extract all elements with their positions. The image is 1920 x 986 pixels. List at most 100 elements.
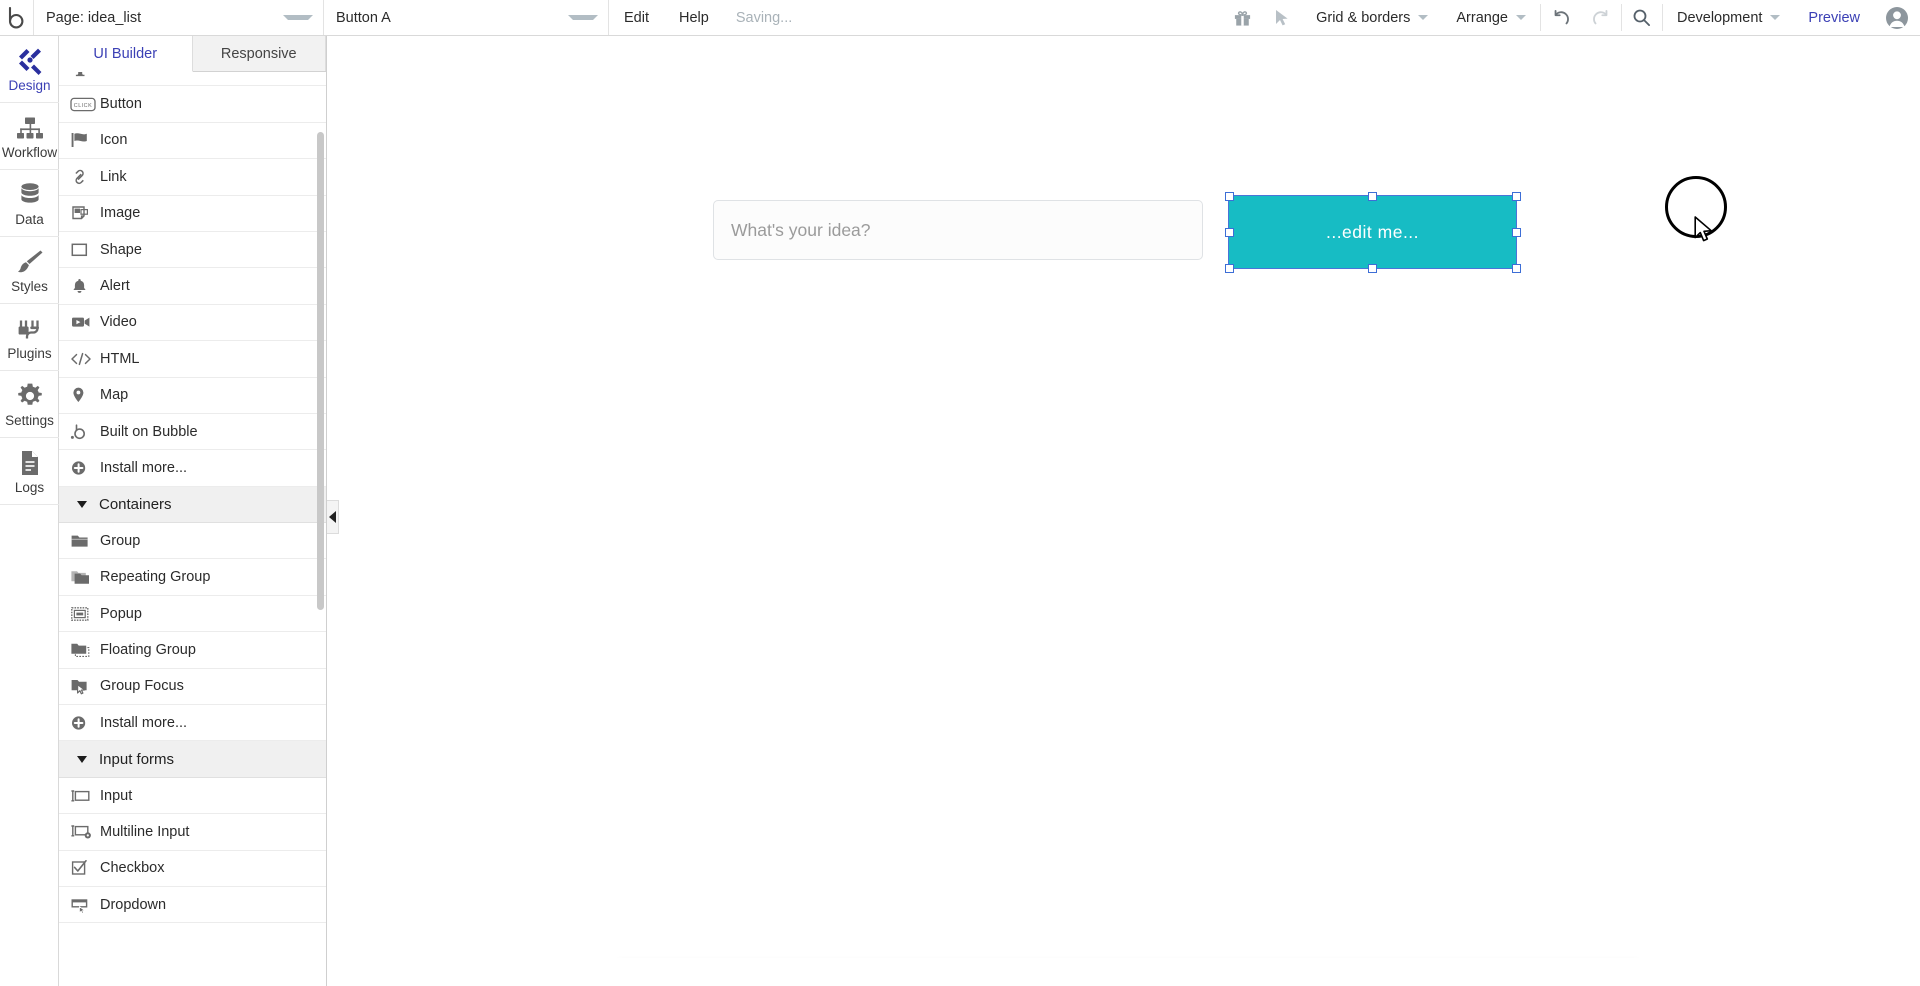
palette-item-label: Dropdown: [100, 896, 167, 913]
palette-item-alert[interactable]: Alert: [59, 268, 326, 305]
palette-item-install-more[interactable]: Install more...: [59, 705, 326, 742]
top-toolbar: Page: idea_list Button A Edit Help Savin…: [0, 0, 1920, 36]
multiline-input-icon: [70, 821, 100, 843]
palette-item-icon[interactable]: Icon: [59, 123, 326, 160]
link-chain-icon: [70, 166, 100, 188]
palette-item-shape[interactable]: Shape: [59, 232, 326, 269]
tab-ui-builder[interactable]: UI Builder: [59, 36, 193, 72]
sidebar-item-settings[interactable]: Settings: [0, 371, 59, 438]
palette-scrollbar-thumb[interactable]: [317, 132, 324, 610]
palette-list: Text CLICK Button Icon Link Image Shape Alert Vi…: [59, 72, 326, 924]
palette-tabs: UI Builder Responsive: [59, 36, 326, 72]
tab-responsive[interactable]: Responsive: [192, 36, 326, 71]
help-menu-button[interactable]: Help: [664, 0, 724, 35]
search-icon[interactable]: [1622, 0, 1662, 35]
palette-section-input-forms[interactable]: Input forms: [59, 741, 326, 778]
sidebar-item-styles[interactable]: Styles: [0, 237, 59, 304]
flag-icon: [70, 129, 100, 151]
sidebar-item-label: Design: [8, 78, 51, 93]
sidebar-item-plugins[interactable]: Plugins: [0, 304, 59, 371]
page-selector[interactable]: Page: idea_list: [34, 0, 324, 35]
palette-item-label: Button: [100, 96, 142, 113]
button-click-icon: CLICK: [70, 93, 100, 115]
palette-item-label: HTML: [100, 350, 140, 367]
gift-icon[interactable]: [1222, 0, 1262, 35]
design-pencil-ruler-icon: [15, 45, 45, 75]
palette-item-label: Text: [100, 72, 127, 76]
pointer-arrow-icon[interactable]: [1262, 0, 1302, 35]
plug-icon: [15, 313, 45, 343]
user-avatar-icon[interactable]: [1874, 0, 1920, 35]
video-camera-icon: [70, 311, 100, 333]
canvas-page-surface[interactable]: What's your idea? ...edit me...: [328, 36, 1920, 961]
palette-section-label: Containers: [99, 495, 172, 513]
resize-handle-middle-right[interactable]: [1511, 227, 1521, 237]
palette-item-built-on-bubble[interactable]: Built on Bubble: [59, 414, 326, 451]
palette-item-multiline-input[interactable]: Multiline Input: [59, 814, 326, 851]
image-icon: [70, 202, 100, 224]
element-selector[interactable]: Button A: [324, 0, 609, 35]
version-dropdown[interactable]: Development: [1663, 0, 1794, 35]
folder-repeat-icon: [70, 566, 100, 588]
sidebar-item-data[interactable]: Data: [0, 170, 59, 237]
palette-item-label: Checkbox: [100, 860, 165, 877]
chevron-down-icon: [283, 15, 313, 20]
palette-section-containers[interactable]: Containers: [59, 486, 326, 524]
palette-item-image[interactable]: Image: [59, 196, 326, 232]
resize-handle-top-right[interactable]: [1511, 191, 1521, 201]
bubble-logo-icon[interactable]: [0, 0, 34, 35]
palette-item-link[interactable]: Link: [59, 159, 326, 196]
palette-item-popup[interactable]: Popup: [59, 596, 326, 633]
input-field-icon: [70, 785, 100, 807]
sidebar-item-logs[interactable]: Logs: [0, 438, 59, 505]
database-icon: [16, 179, 44, 209]
palette-item-html[interactable]: HTML: [59, 341, 326, 378]
sidebar-item-workflow[interactable]: Workflow: [0, 103, 59, 170]
preview-button[interactable]: Preview: [1794, 0, 1874, 35]
palette-item-text[interactable]: Text: [59, 72, 326, 87]
sidebar-item-design[interactable]: Design: [0, 36, 59, 103]
palette-item-input[interactable]: Input: [59, 778, 326, 815]
element-selector-label: Button A: [336, 9, 391, 26]
chevron-down-icon: [1418, 15, 1429, 20]
chevron-down-icon: [1515, 15, 1526, 20]
palette-item-label: Image: [100, 205, 141, 222]
resize-handle-top-center[interactable]: [1368, 191, 1377, 201]
resize-handle-bottom-right[interactable]: [1511, 263, 1521, 273]
mouse-cursor-icon: [1694, 216, 1714, 249]
palette-item-install-more[interactable]: Install more...: [59, 450, 326, 487]
edit-menu-button[interactable]: Edit: [609, 0, 664, 35]
resize-handle-middle-left[interactable]: [1224, 227, 1234, 237]
palette-item-floating-group[interactable]: Floating Group: [59, 632, 326, 669]
palette-item-map[interactable]: Map: [59, 378, 326, 414]
resize-handle-top-left[interactable]: [1224, 191, 1234, 201]
resize-handle-bottom-center[interactable]: [1368, 263, 1377, 273]
button-a-element[interactable]: ...edit me...: [1228, 195, 1517, 269]
palette-item-label: Icon: [100, 132, 128, 149]
arrange-dropdown[interactable]: Arrange: [1442, 0, 1540, 35]
save-status-label: Saving...: [735, 9, 793, 26]
chevron-down-icon: [1770, 15, 1781, 20]
palette-item-checkbox[interactable]: Checkbox: [59, 851, 326, 887]
grid-and-borders-dropdown[interactable]: Grid & borders: [1302, 0, 1442, 35]
design-canvas[interactable]: What's your idea? ...edit me...: [328, 36, 1920, 986]
popup-icon: [70, 603, 100, 625]
undo-icon[interactable]: [1541, 0, 1581, 35]
palette-item-repeating-group[interactable]: Repeating Group: [59, 559, 326, 596]
left-nav-rail: Design Workflow Data Styles Plugins Sett…: [0, 36, 59, 986]
shape-rectangle-icon: [70, 239, 100, 261]
palette-item-button[interactable]: CLICK Button: [59, 86, 326, 123]
idea-input-element[interactable]: What's your idea?: [713, 200, 1203, 260]
palette-item-video[interactable]: Video: [59, 305, 326, 342]
palette-item-group[interactable]: Group: [59, 523, 326, 560]
collapse-left-arrow-icon[interactable]: [327, 500, 339, 534]
redo-icon[interactable]: [1581, 0, 1621, 35]
palette-item-label: Group Focus: [100, 678, 184, 695]
palette-item-group-focus[interactable]: Group Focus: [59, 669, 326, 706]
plus-circle-icon: [70, 712, 100, 734]
palette-item-dropdown[interactable]: Dropdown: [59, 887, 326, 924]
sidebar-item-label: Workflow: [1, 145, 58, 160]
folder-cursor-icon: [70, 675, 100, 697]
palette-item-label: Popup: [100, 605, 142, 622]
resize-handle-bottom-left[interactable]: [1224, 263, 1234, 273]
